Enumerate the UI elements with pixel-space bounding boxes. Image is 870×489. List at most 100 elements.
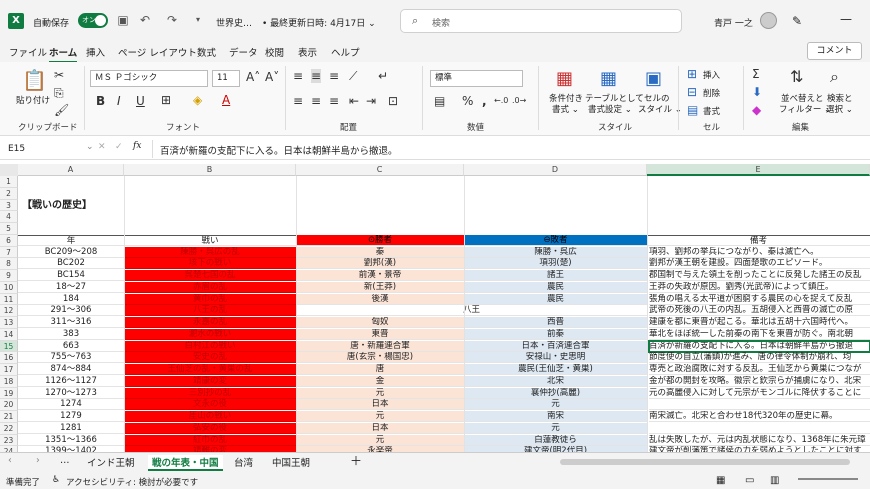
customize-qat-icon[interactable]: ▾ [191,13,205,27]
find-select-icon[interactable]: ⌕ [830,67,839,87]
header-winner[interactable]: ⊙勝者 [296,234,464,246]
year-cell[interactable]: 291～306 [18,305,124,317]
sheet-tab-battles-china[interactable]: 戦の年表・中国 [148,455,223,471]
decrease-indent-icon[interactable]: ⇤ [349,94,359,108]
column-header[interactable]: C [296,164,464,176]
loser-cell[interactable]: 西晋 [464,317,647,328]
header-note[interactable]: 備考 [647,234,870,246]
battle-cell[interactable]: 陳勝・呉広の乱 [124,246,296,258]
winner-cell[interactable]: 日本 [296,422,464,434]
note-cell[interactable]: 専売と政治腐敗に対する反乱。王仙芝から黄巣につなが [649,364,870,375]
cell-style-label2[interactable]: スタイル ⌄ [638,103,682,115]
battle-cell[interactable]: 弘安の役 [124,422,296,434]
winner-cell[interactable]: 匈奴 [296,317,464,328]
wrap-text-icon[interactable]: ↵ [378,69,388,83]
header-battle[interactable]: 戦い [124,234,296,246]
sheet-tab-india[interactable]: インド王朝 [87,455,135,469]
cond-format-label2[interactable]: 書式 ⌄ [552,103,579,115]
increase-font-icon[interactable]: A˄ [246,70,260,84]
note-cell[interactable]: 金が都の開封を攻略。徽宗と欽宗らが捕虜になり、北宋 [649,376,870,387]
row-header[interactable]: 10 [0,281,18,294]
row-header[interactable]: 2 [0,187,18,200]
tab-review[interactable]: 校閲 [265,45,284,59]
battle-cell[interactable]: 厓山の戦い [124,411,296,422]
winner-cell[interactable]: 東晋 [296,328,464,340]
insert-function-icon[interactable]: fx [133,141,141,151]
format-cells-label[interactable]: 書式 [703,105,720,117]
row-header[interactable]: 3 [0,199,18,212]
cell-styles-icon[interactable]: ▣ [645,68,662,89]
year-cell[interactable]: 184 [18,294,124,305]
formula-input[interactable]: 百済が新羅の支配下に入る。日本は朝鮮半島から撤退。 [160,143,398,157]
copy-icon[interactable]: ⎘ [54,86,64,101]
loser-cell[interactable]: 白蓮教徒ら [464,434,647,446]
cancel-icon[interactable]: ✕ [98,142,106,152]
zoom-slider[interactable] [798,478,858,480]
year-cell[interactable]: 1274 [18,399,124,411]
row-header[interactable]: 5 [0,223,18,235]
year-cell[interactable]: 874～884 [18,364,124,375]
loser-cell[interactable]: 農民 [464,293,647,305]
header-loser[interactable]: ⊖敗者 [464,234,647,246]
font-name-select[interactable]: ＭＳ Ｐゴシック [90,70,208,87]
note-cell[interactable]: 乱は失敗したが、元は内乱状態になり、1368年に朱元璋 [649,435,870,446]
find-select-label2[interactable]: 選択 ⌄ [826,103,853,115]
loser-cell[interactable]: 農民(王仙芝・黄巣) [464,364,647,375]
sheet-tab-china-dynasties[interactable]: 中国王朝 [272,455,310,469]
fill-icon[interactable]: ⬇ [752,85,762,99]
increase-decimal-icon[interactable]: ←.0 [494,96,508,105]
column-header[interactable]: D [464,164,647,176]
enter-icon[interactable]: ✓ [115,142,123,152]
row-header[interactable]: 12 [0,305,18,317]
italic-icon[interactable]: I [117,94,121,108]
underline-icon[interactable]: U [136,94,145,108]
year-cell[interactable]: 18～27 [18,282,124,293]
sort-filter-label2[interactable]: フィルター ⌄ [779,103,831,115]
row-header[interactable]: 6 [0,234,18,247]
prev-sheet-icon[interactable]: ‹ [8,455,12,466]
row-header[interactable]: 22 [0,422,18,435]
column-header[interactable]: A [18,164,124,176]
year-cell[interactable]: BC209～208 [18,247,124,258]
spreadsheet-grid[interactable]: A B C D E 1 2 3 4 5 6 7 8 9 10 11 12 13 14 15 16 17 18 19 20 21 22… [0,164,870,452]
sort-filter-icon[interactable]: ⇅ [790,67,803,86]
battle-cell[interactable]: 垓下の戦い [124,258,296,270]
battle-cell[interactable]: 文永の役 [124,399,296,411]
year-cell[interactable]: 311～316 [18,317,124,328]
note-cell[interactable]: 百済が新羅の支配下に入る。日本は朝鮮半島から撤退 [648,339,870,353]
sheet-title[interactable]: 【戦いの歴史】 [22,199,92,212]
battle-cell[interactable]: 三別抄の乱 [124,387,296,399]
undo-icon[interactable]: ↶ [138,13,152,27]
row-header[interactable]: 14 [0,328,18,341]
insert-cells-label[interactable]: 挿入 [703,69,720,81]
year-cell[interactable]: BC154 [18,270,124,281]
note-cell[interactable] [649,423,870,434]
winner-cell[interactable]: 元 [296,387,464,399]
year-cell[interactable]: 663 [18,341,124,352]
tab-data[interactable]: データ [229,45,258,59]
avatar[interactable] [760,12,777,29]
row-header[interactable]: 8 [0,258,18,270]
cut-icon[interactable]: ✂ [54,68,64,82]
percent-icon[interactable]: % [462,94,473,108]
insert-cells-icon[interactable]: ⊞ [687,67,697,81]
row-header[interactable]: 11 [0,293,18,306]
increase-indent-icon[interactable]: ⇥ [366,94,376,108]
loser-cell[interactable]: 元 [464,422,647,434]
format-as-table-icon[interactable]: ▦ [600,68,617,89]
more-sheets-icon[interactable]: … [60,455,70,466]
row-header[interactable]: 4 [0,211,18,223]
paste-label[interactable]: 貼り付け [16,94,50,106]
align-bottom-icon[interactable]: ≡ [329,69,339,83]
year-cell[interactable]: 755～763 [18,352,124,364]
page-layout-view-icon[interactable]: ▭ [745,475,754,486]
table-format-label2[interactable]: 書式設定 ⌄ [588,103,632,115]
decrease-decimal-icon[interactable]: .0→ [512,96,526,105]
winner-cell[interactable]: 後漢 [296,293,464,305]
delete-cells-icon[interactable]: ⊟ [687,85,697,99]
winner-cell[interactable]: 唐(玄宗・楊国忠) [296,352,464,364]
battle-cell[interactable]: 王仙芝の乱・黄巣の乱 [124,364,296,375]
align-middle-icon[interactable]: ≡ [311,69,322,83]
winner-cell[interactable]: 日本 [296,399,464,411]
clear-icon[interactable]: ◆ [752,103,761,117]
